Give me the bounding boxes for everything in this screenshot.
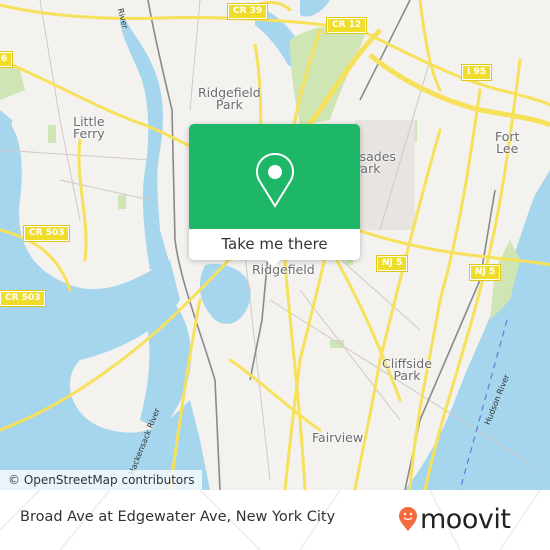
stop-title: Broad Ave at Edgewater Ave, New York Cit… — [20, 509, 336, 525]
place-label-ridgefield: Ridgefield — [252, 262, 315, 277]
route-shield-cr-12: CR 12 — [325, 17, 368, 34]
route-shield-nj-5: NJ 5 — [468, 264, 502, 281]
place-label-fairview: Fairview — [312, 430, 364, 445]
moovit-logo[interactable]: moovit — [398, 503, 511, 535]
route-shield-cr-503: CR 503 — [0, 290, 47, 307]
route-shield-i-95: I 95 — [460, 64, 493, 81]
popup-tail — [265, 259, 281, 267]
route-shield-cr-503: CR 503 — [22, 225, 71, 242]
place-label-ridgefield-park: Ridgefield Park — [198, 85, 261, 112]
map-attribution[interactable]: © OpenStreetMap contributors — [0, 470, 203, 490]
route-shield-cr-39: CR 39 — [226, 3, 269, 20]
map-pin-icon — [256, 152, 294, 208]
popup-header — [189, 124, 360, 229]
take-me-there-button[interactable]: Take me there — [189, 229, 360, 260]
location-popup: Take me there — [189, 124, 360, 260]
moovit-pin-icon — [399, 507, 417, 531]
route-shield-cr-46: 6 — [0, 51, 14, 68]
footer: Broad Ave at Edgewater Ave, New York Cit… — [0, 490, 550, 550]
moovit-logo-text: moovit — [420, 503, 511, 535]
place-label-fort-lee: Fort Lee — [495, 129, 520, 156]
place-label-little-ferry: Little Ferry — [73, 114, 105, 141]
route-shield-nj-5: NJ 5 — [375, 255, 409, 272]
map[interactable]: Ridgefield Park Little Ferry Palisades Park… — [0, 0, 550, 490]
place-label-cliffside-park: Cliffside Park — [382, 356, 432, 383]
